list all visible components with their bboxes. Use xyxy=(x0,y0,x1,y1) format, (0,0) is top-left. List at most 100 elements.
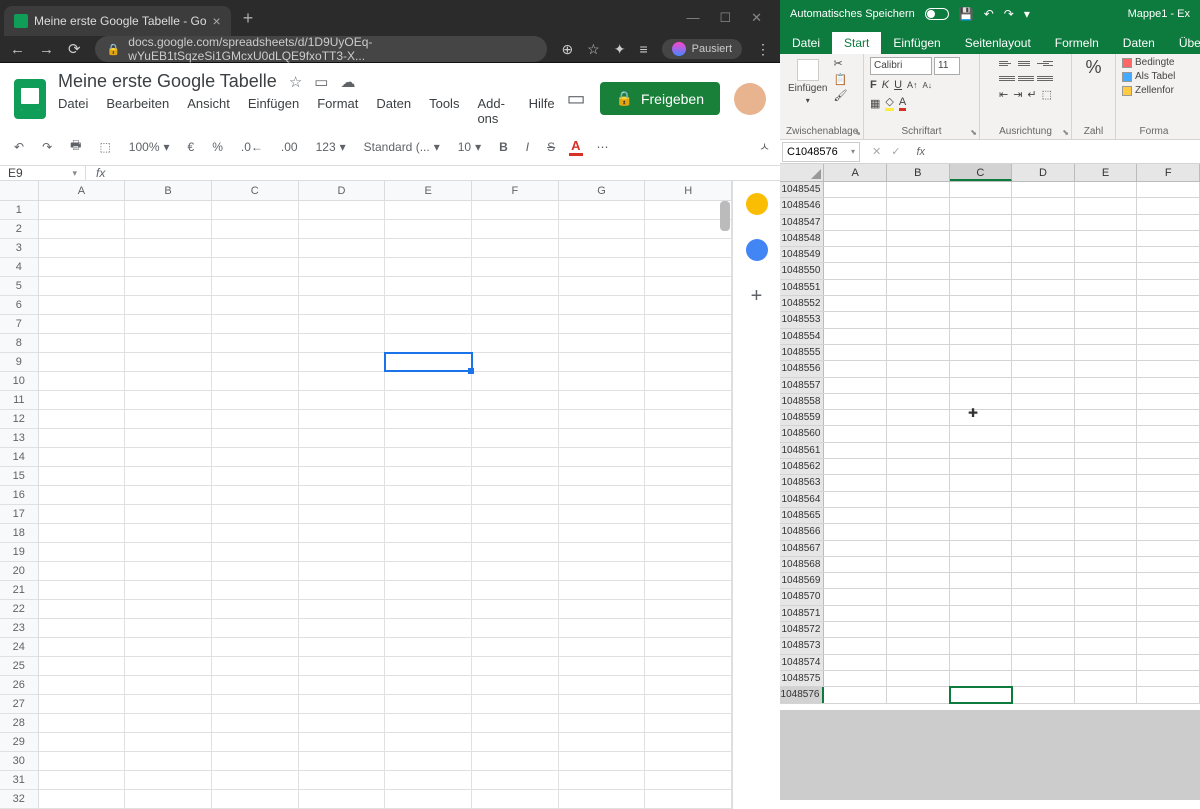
cell[interactable] xyxy=(645,296,732,314)
cell[interactable] xyxy=(299,562,386,580)
cell[interactable] xyxy=(472,258,559,276)
row-header[interactable]: 1048563 xyxy=(780,475,824,490)
ribbon-tab-start[interactable]: Start xyxy=(832,32,881,54)
cell[interactable] xyxy=(645,714,732,732)
row-header[interactable]: 32 xyxy=(0,790,39,808)
cell[interactable] xyxy=(472,505,559,523)
cell[interactable] xyxy=(125,467,212,485)
cell[interactable] xyxy=(472,296,559,314)
cell[interactable] xyxy=(559,695,646,713)
column-header[interactable]: B xyxy=(887,164,950,181)
more-toolbar-icon[interactable]: ⋯ xyxy=(593,136,613,158)
cell[interactable] xyxy=(1012,622,1075,637)
cell[interactable] xyxy=(887,655,950,670)
cell[interactable] xyxy=(472,220,559,238)
border-button[interactable]: ▦ xyxy=(870,97,880,110)
cell[interactable] xyxy=(645,448,732,466)
row-header[interactable]: 21 xyxy=(0,581,39,599)
cell[interactable] xyxy=(1075,378,1138,393)
cell[interactable] xyxy=(385,258,472,276)
cell[interactable] xyxy=(1075,312,1138,327)
cell[interactable] xyxy=(950,541,1013,556)
column-header[interactable]: D xyxy=(1012,164,1075,181)
cell[interactable] xyxy=(125,524,212,542)
cell[interactable] xyxy=(1075,198,1138,213)
copy-icon[interactable]: 📋 xyxy=(833,73,847,86)
cell[interactable] xyxy=(950,671,1013,686)
cell[interactable] xyxy=(559,410,646,428)
save-icon[interactable]: 💾 xyxy=(959,7,974,21)
cell[interactable] xyxy=(39,296,126,314)
row-header[interactable]: 15 xyxy=(0,467,39,485)
cell[interactable] xyxy=(824,687,887,702)
row-header[interactable]: 1048545 xyxy=(780,182,824,197)
address-bar[interactable]: 🔒 docs.google.com/spreadsheets/d/1D9UyOE… xyxy=(95,36,548,62)
cell[interactable] xyxy=(950,378,1013,393)
row-header[interactable]: 1048548 xyxy=(780,231,824,246)
maximize-icon[interactable]: ☐ xyxy=(719,10,731,26)
column-header[interactable]: C xyxy=(950,164,1013,181)
cell[interactable] xyxy=(559,239,646,257)
cell[interactable] xyxy=(887,541,950,556)
cell[interactable] xyxy=(472,790,559,808)
ribbon-tab-formeln[interactable]: Formeln xyxy=(1043,32,1111,54)
cell[interactable] xyxy=(1012,296,1075,311)
cell[interactable] xyxy=(39,277,126,295)
cell[interactable] xyxy=(1137,394,1200,409)
zoom-icon[interactable]: ⊕ xyxy=(561,41,573,58)
cell[interactable] xyxy=(212,714,299,732)
cell[interactable] xyxy=(39,562,126,580)
cell[interactable] xyxy=(950,443,1013,458)
cell[interactable] xyxy=(645,790,732,808)
row-header[interactable]: 9 xyxy=(0,353,39,371)
column-header[interactable]: A xyxy=(824,164,887,181)
cell[interactable] xyxy=(212,334,299,352)
cell[interactable] xyxy=(212,657,299,675)
cell[interactable] xyxy=(385,790,472,808)
cancel-formula-icon[interactable]: ✕ xyxy=(872,145,881,158)
cell[interactable] xyxy=(472,429,559,447)
cell[interactable] xyxy=(1012,263,1075,278)
cell[interactable] xyxy=(950,426,1013,441)
cell[interactable] xyxy=(559,752,646,770)
cell[interactable] xyxy=(1137,410,1200,425)
cell[interactable] xyxy=(1075,541,1138,556)
menu-datei[interactable]: Datei xyxy=(58,96,88,126)
cell[interactable] xyxy=(824,606,887,621)
decrease-decimal-button[interactable]: .0← xyxy=(237,136,267,158)
cell[interactable] xyxy=(39,695,126,713)
cell[interactable] xyxy=(212,790,299,808)
row-header[interactable]: 1048552 xyxy=(780,296,824,311)
cell[interactable] xyxy=(385,201,472,219)
cell[interactable] xyxy=(559,429,646,447)
cell[interactable] xyxy=(950,459,1013,474)
menu-ansicht[interactable]: Ansicht xyxy=(187,96,230,126)
cell[interactable] xyxy=(887,426,950,441)
cell[interactable] xyxy=(472,524,559,542)
cell[interactable] xyxy=(472,334,559,352)
menu-einfügen[interactable]: Einfügen xyxy=(248,96,299,126)
cell[interactable] xyxy=(385,562,472,580)
cell[interactable] xyxy=(299,220,386,238)
keep-icon[interactable] xyxy=(746,193,768,215)
cut-icon[interactable]: ✂ xyxy=(833,57,847,70)
cell[interactable] xyxy=(125,771,212,789)
cell[interactable] xyxy=(39,771,126,789)
cell[interactable] xyxy=(1137,508,1200,523)
cell[interactable] xyxy=(299,391,386,409)
cell[interactable] xyxy=(887,263,950,278)
cell[interactable] xyxy=(385,391,472,409)
cell[interactable] xyxy=(1012,492,1075,507)
alignment-grid[interactable] xyxy=(999,57,1053,84)
cell[interactable] xyxy=(1137,541,1200,556)
cell[interactable] xyxy=(472,657,559,675)
cell[interactable] xyxy=(212,600,299,618)
cell[interactable] xyxy=(212,486,299,504)
cell[interactable] xyxy=(824,475,887,490)
cell[interactable] xyxy=(125,752,212,770)
cell[interactable] xyxy=(645,657,732,675)
cell[interactable] xyxy=(385,771,472,789)
cell[interactable] xyxy=(645,391,732,409)
cell[interactable] xyxy=(299,353,386,371)
cell[interactable] xyxy=(1137,459,1200,474)
